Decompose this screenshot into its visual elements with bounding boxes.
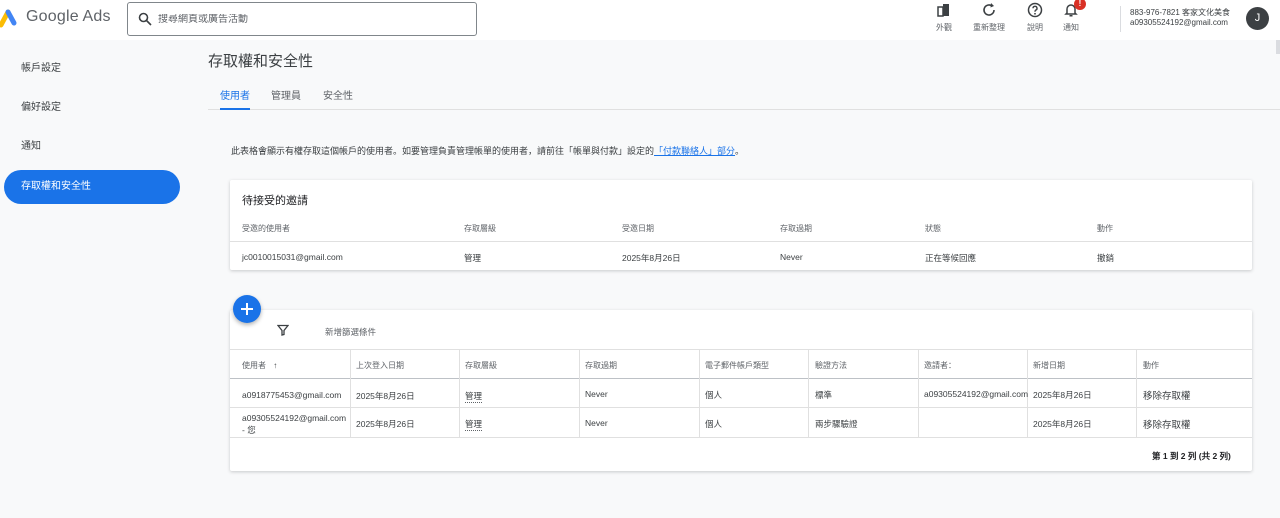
user-account-type: 個人 — [705, 419, 723, 429]
pending-header-user: 受邀的使用者 — [242, 224, 290, 233]
users-row-divider — [230, 407, 1252, 408]
users-header-divider — [230, 378, 1252, 379]
add-filter-button[interactable]: 新增篩選條件 — [325, 326, 376, 338]
user-access-level[interactable]: 管理 — [465, 390, 483, 403]
account-id: 883-976-7821 客家文化美食 — [1130, 8, 1231, 17]
users-header-access-level: 存取層級 — [465, 361, 497, 370]
tab-managers[interactable]: 管理員 — [271, 87, 301, 110]
sidebar-item-notifications[interactable]: 通知 — [4, 130, 180, 164]
col-divider — [1136, 349, 1137, 437]
search-icon — [138, 12, 152, 26]
user-expiry: Never — [585, 389, 608, 399]
account-info[interactable]: 883-976-7821 客家文化美食 a09305524192@gmail.c… — [1130, 8, 1230, 28]
filter-divider — [230, 349, 1252, 350]
pending-header-divider — [230, 241, 1252, 242]
current-user-suffix: - 您 — [242, 425, 256, 435]
google-ads-logo[interactable]: Google Ads — [0, 6, 111, 28]
info-suffix: 。 — [735, 146, 745, 156]
help-icon — [1027, 2, 1043, 18]
users-header-expiry: 存取過期 — [585, 361, 617, 370]
user-verification: 標準 — [815, 390, 833, 400]
user-last-login: 2025年8月26日 — [356, 391, 415, 401]
user-expiry: Never — [585, 418, 608, 428]
tab-users[interactable]: 使用者 — [220, 87, 250, 110]
users-header-account-type: 電子郵件帳戶類型 — [705, 361, 769, 370]
sort-ascending-icon: ↑ — [273, 361, 278, 370]
users-table-card: 新增篩選條件 使用者 ↑ 上次登入日期 存取層級 存取過期 電子郵件帳戶類型 驗… — [230, 310, 1252, 471]
revoke-invite-link[interactable]: 撤銷 — [1097, 252, 1114, 264]
notification-badge: ! — [1074, 0, 1086, 10]
user-last-login: 2025年8月26日 — [356, 419, 415, 429]
pending-header-invite-date: 受邀日期 — [622, 224, 654, 233]
col-divider — [808, 349, 809, 437]
users-header-user[interactable]: 使用者 ↑ — [242, 360, 277, 371]
info-text: 此表格會顯示有權存取這個帳戶的使用者。如要管理負責管理帳單的使用者，請前往「帳單… — [231, 144, 744, 157]
refresh-icon — [983, 3, 995, 16]
info-prefix: 此表格會顯示有權存取這個帳戶的使用者。如要管理負責管理帳單的使用者，請前往「帳單… — [231, 146, 655, 156]
refresh-button[interactable]: 重新整理 — [973, 2, 1005, 33]
sidebar-item-account-settings[interactable]: 帳戶設定 — [4, 52, 180, 86]
remove-access-button[interactable]: 移除存取權 — [1143, 417, 1191, 431]
pending-status: 正在等候回應 — [925, 253, 977, 263]
users-header-action: 動作 — [1143, 361, 1159, 370]
users-header-user-label: 使用者 — [242, 361, 266, 370]
users-header-verification: 驗證方法 — [815, 361, 847, 370]
pending-header-expiry: 存取過期 — [780, 224, 812, 233]
appearance-button[interactable]: 外觀 — [936, 2, 952, 33]
help-label: 說明 — [1027, 23, 1043, 32]
col-divider — [579, 349, 580, 437]
search-input[interactable] — [158, 13, 458, 25]
user-added-date: 2025年8月26日 — [1033, 419, 1092, 429]
help-button[interactable]: 說明 — [1027, 2, 1043, 33]
users-header-invited-by: 邀請者： — [924, 361, 956, 370]
tab-security[interactable]: 安全性 — [323, 87, 353, 110]
appearance-label: 外觀 — [936, 23, 952, 32]
user-verification: 兩步驟驗證 — [815, 419, 858, 429]
page-title: 存取權和安全性 — [208, 53, 314, 70]
col-divider — [459, 349, 460, 437]
user-access-level[interactable]: 管理 — [465, 418, 483, 431]
pending-expiry: Never — [780, 252, 803, 262]
pending-invitations-title: 待接受的邀請 — [242, 195, 308, 207]
header-divider — [1120, 6, 1121, 32]
pending-access-level: 管理 — [464, 253, 482, 263]
pending-invitations-card: 待接受的邀請 受邀的使用者 存取層級 受邀日期 存取過期 狀態 動作 jc001… — [230, 180, 1252, 270]
pending-header-access-level: 存取層級 — [464, 224, 496, 233]
remove-access-button[interactable]: 移除存取權 — [1143, 388, 1191, 402]
google-ads-logo-icon — [0, 9, 17, 28]
payment-contacts-link[interactable]: 「付款聯絡人」部分 — [654, 146, 735, 156]
notifications-button[interactable]: ! 通知 — [1063, 0, 1086, 33]
users-header-last-login: 上次登入日期 — [356, 361, 404, 370]
plus-icon — [241, 303, 253, 315]
users-footer-divider — [230, 437, 1252, 438]
user-added-date: 2025年8月26日 — [1033, 390, 1092, 400]
appearance-icon — [937, 4, 949, 17]
tab-bar: 使用者 管理員 安全性 — [208, 84, 1280, 110]
account-email: a09305524192@gmail.com — [1130, 18, 1228, 27]
scrollbar[interactable] — [1276, 40, 1280, 54]
avatar[interactable]: J — [1246, 7, 1269, 30]
pending-header-status: 狀態 — [925, 224, 941, 233]
user-email: a0918775453@gmail.com — [242, 390, 342, 400]
col-divider — [918, 349, 919, 437]
col-divider — [699, 349, 700, 437]
top-bar: Google Ads 外觀 重新整理 說明 — [0, 0, 1280, 40]
pending-header-action: 動作 — [1097, 224, 1113, 233]
search-box[interactable] — [127, 2, 477, 36]
pagination-info: 第 1 到 2 列 (共 2 列) — [1152, 451, 1231, 461]
notifications-label: 通知 — [1063, 23, 1079, 32]
user-invited-by: a09305524192@gmail.com — [924, 389, 1029, 399]
refresh-label: 重新整理 — [973, 23, 1005, 32]
app-name: Google Ads — [26, 8, 111, 25]
users-header-added-date: 新增日期 — [1033, 361, 1065, 370]
sidebar-item-preferences[interactable]: 偏好設定 — [4, 91, 180, 125]
add-user-button[interactable] — [233, 295, 261, 323]
user-email: a09305524192@gmail.com — [242, 413, 347, 423]
filter-icon[interactable] — [277, 324, 289, 336]
user-account-type: 個人 — [705, 390, 723, 400]
sidebar-item-access-security[interactable]: 存取權和安全性 — [4, 170, 180, 204]
pending-invite-date: 2025年8月26日 — [622, 253, 681, 263]
pending-user-email: jc0010015031@gmail.com — [242, 252, 343, 262]
col-divider — [350, 349, 351, 437]
